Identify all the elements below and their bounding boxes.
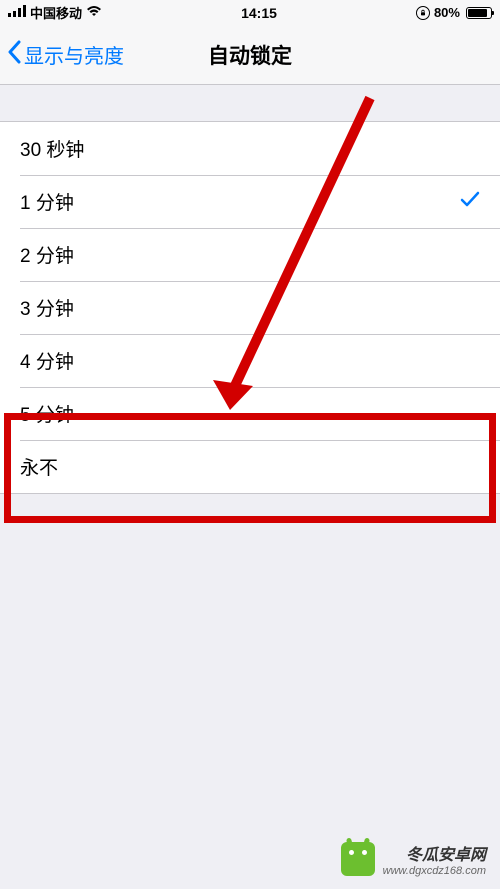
status-time: 14:15 bbox=[241, 5, 277, 21]
carrier-label: 中国移动 bbox=[30, 3, 82, 22]
option-label: 4 分钟 bbox=[20, 347, 480, 374]
option-label: 2 分钟 bbox=[20, 241, 480, 268]
option-row-0[interactable]: 30 秒钟 bbox=[0, 122, 500, 175]
rotation-lock-icon bbox=[416, 6, 430, 20]
options-list: 30 秒钟 1 分钟 2 分钟 3 分钟 4 分钟 5 分钟 永不 bbox=[0, 121, 500, 494]
option-label: 永不 bbox=[20, 453, 480, 480]
checkmark-icon bbox=[460, 190, 480, 214]
back-label: 显示与亮度 bbox=[24, 40, 124, 69]
watermark: 冬瓜安卓网 www.dgxcdz168.com bbox=[341, 841, 486, 877]
chevron-left-icon bbox=[6, 40, 22, 70]
page-title: 自动锁定 bbox=[208, 40, 292, 70]
back-button[interactable]: 显示与亮度 bbox=[0, 40, 124, 70]
option-row-3[interactable]: 3 分钟 bbox=[0, 281, 500, 334]
status-right: 80% bbox=[416, 5, 492, 20]
watermark-name: 冬瓜安卓网 bbox=[383, 841, 486, 865]
option-label: 5 分钟 bbox=[20, 400, 480, 427]
option-label: 1 分钟 bbox=[20, 188, 460, 215]
option-row-5[interactable]: 5 分钟 bbox=[0, 387, 500, 440]
watermark-url: www.dgxcdz168.com bbox=[383, 865, 486, 877]
option-row-4[interactable]: 4 分钟 bbox=[0, 334, 500, 387]
option-label: 30 秒钟 bbox=[20, 135, 480, 162]
status-left: 中国移动 bbox=[8, 3, 102, 22]
option-row-6[interactable]: 永不 bbox=[0, 440, 500, 493]
signal-icon bbox=[8, 5, 26, 20]
wifi-icon bbox=[86, 5, 102, 20]
battery-icon bbox=[464, 7, 492, 19]
option-row-1[interactable]: 1 分钟 bbox=[0, 175, 500, 228]
nav-bar: 显示与亮度 自动锁定 bbox=[0, 25, 500, 85]
watermark-logo-icon bbox=[341, 842, 375, 876]
option-row-2[interactable]: 2 分钟 bbox=[0, 228, 500, 281]
battery-percent: 80% bbox=[434, 5, 460, 20]
status-bar: 中国移动 14:15 80% bbox=[0, 0, 500, 25]
option-label: 3 分钟 bbox=[20, 294, 480, 321]
